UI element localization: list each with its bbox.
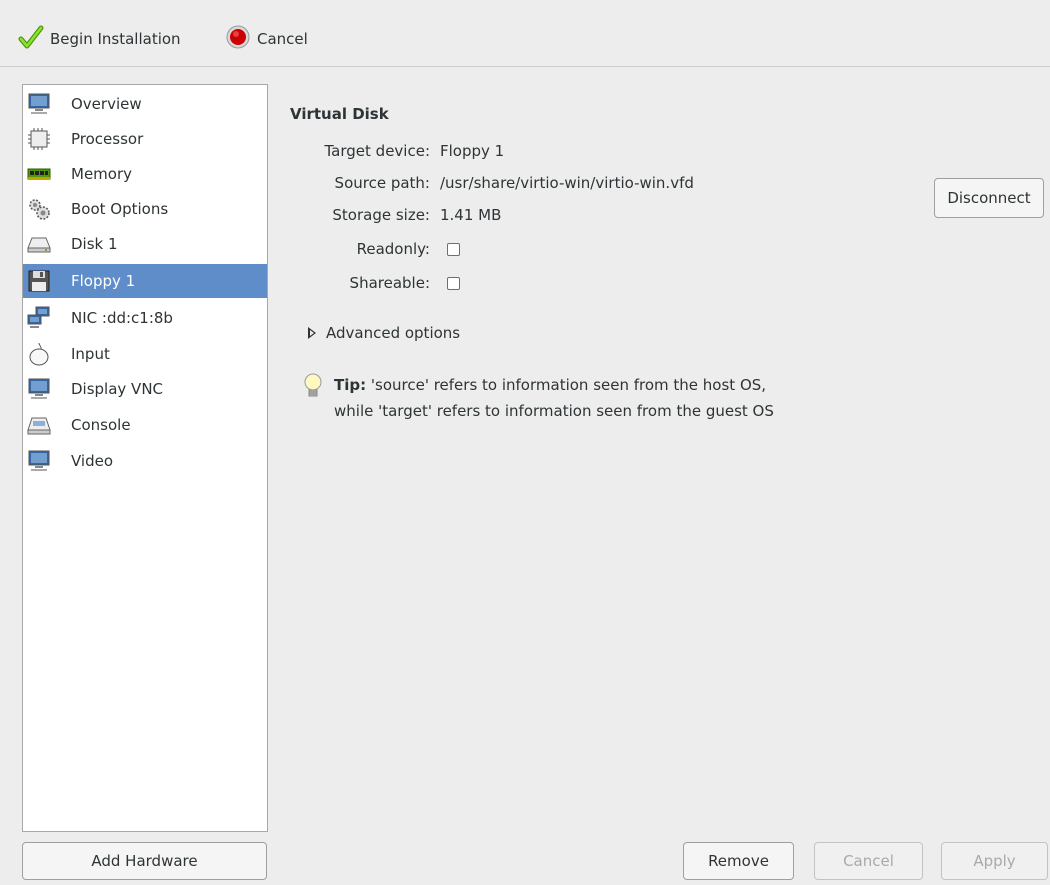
section-title: Virtual Disk — [290, 105, 389, 123]
lightbulb-icon — [302, 372, 324, 424]
target-device-label: Target device: — [324, 142, 431, 160]
shareable-label: Shareable: — [349, 274, 430, 292]
sidebar-item-display-vnc[interactable]: Display VNC — [23, 372, 267, 406]
storage-size-label: Storage size: — [332, 206, 430, 224]
target-device-value: Floppy 1 — [440, 142, 505, 160]
gears-icon — [27, 197, 51, 221]
tip: Tip: 'source' refers to information seen… — [302, 372, 774, 424]
begin-installation-button[interactable]: Begin Installation — [18, 24, 181, 54]
sidebar-item-label: Floppy 1 — [71, 272, 136, 290]
add-hardware-button[interactable]: Add Hardware — [22, 842, 267, 880]
sidebar-item-label: Memory — [71, 165, 133, 183]
cpu-icon — [27, 127, 51, 151]
sidebar-item-video[interactable]: Video — [23, 444, 267, 478]
cancel-button[interactable]: Cancel — [814, 842, 923, 880]
sidebar-item-label: NIC :dd:c1:8b — [71, 309, 173, 327]
mouse-icon — [27, 342, 51, 366]
video-icon — [27, 449, 51, 473]
sidebar-item-processor[interactable]: Processor — [23, 122, 267, 156]
tip-text: Tip: 'source' refers to information seen… — [334, 372, 774, 424]
sidebar-item-label: Display VNC — [71, 380, 164, 398]
sidebar-item-label: Input — [71, 345, 110, 363]
remove-button[interactable]: Remove — [683, 842, 794, 880]
tip-line-2: while 'target' refers to information see… — [334, 402, 774, 420]
details-panel: Virtual Disk Target device: Floppy 1 Sou… — [290, 100, 1050, 800]
sidebar-item-label: Boot Options — [71, 200, 169, 218]
network-icon — [27, 306, 51, 330]
sidebar-item-console[interactable]: Console — [23, 408, 267, 442]
disk-icon — [27, 232, 51, 256]
tip-bold: Tip: — [334, 376, 367, 394]
monitor-icon — [27, 92, 51, 116]
sidebar-item-label: Console — [71, 416, 131, 434]
disconnect-button[interactable]: Disconnect — [934, 178, 1044, 218]
begin-installation-label: Begin Installation — [50, 30, 181, 48]
sidebar-item-disk-1[interactable]: Disk 1 — [23, 227, 267, 261]
readonly-checkbox[interactable] — [447, 243, 460, 256]
source-path-value: /usr/share/virtio-win/virtio-win.vfd — [440, 174, 694, 192]
storage-size-value: 1.41 MB — [440, 206, 502, 224]
sidebar-item-overview[interactable]: Overview — [23, 87, 267, 121]
memory-icon — [27, 162, 51, 186]
readonly-label: Readonly: — [356, 240, 430, 258]
sidebar-item-input[interactable]: Input — [23, 337, 267, 371]
sidebar-item-floppy-1[interactable]: Floppy 1 — [23, 264, 267, 298]
toolbar: Begin Installation Cancel — [0, 0, 1050, 67]
tip-line-1: 'source' refers to information seen from… — [366, 376, 767, 394]
sidebar-item-label: Video — [71, 452, 114, 470]
display-icon — [27, 377, 51, 401]
advanced-options-label: Advanced options — [326, 324, 461, 342]
advanced-options-expander[interactable]: Advanced options — [308, 324, 460, 342]
sidebar-item-boot-options[interactable]: Boot Options — [23, 192, 267, 226]
sidebar-item-label: Disk 1 — [71, 235, 118, 253]
source-path-label: Source path: — [334, 174, 430, 192]
expander-arrow-icon — [308, 327, 316, 339]
stop-icon — [225, 24, 251, 54]
apply-button[interactable]: Apply — [941, 842, 1048, 880]
sidebar-item-nic[interactable]: NIC :dd:c1:8b — [23, 301, 267, 335]
check-icon — [18, 24, 44, 54]
shareable-checkbox[interactable] — [447, 277, 460, 290]
sidebar-item-label: Processor — [71, 130, 144, 148]
cancel-installation-button[interactable]: Cancel — [225, 24, 308, 54]
sidebar-item-label: Overview — [71, 95, 142, 113]
floppy-icon — [27, 269, 51, 293]
sidebar-item-memory[interactable]: Memory — [23, 157, 267, 191]
console-icon — [27, 413, 51, 437]
cancel-installation-label: Cancel — [257, 30, 308, 48]
hardware-list: Overview Processor Memory Boot Options D… — [22, 84, 268, 832]
